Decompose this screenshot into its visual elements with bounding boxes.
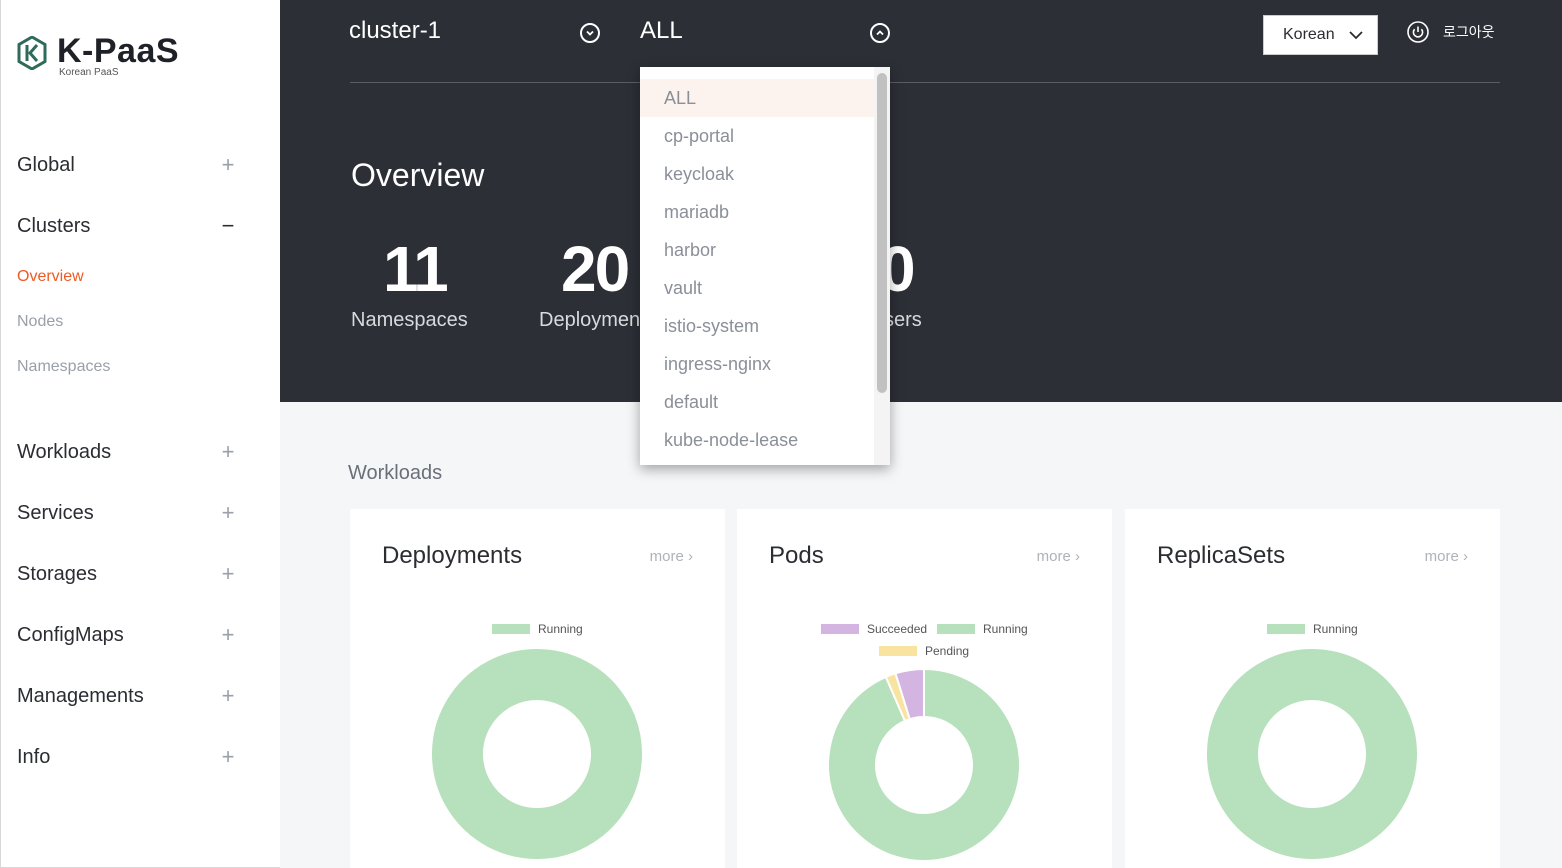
- expand-icon: +: [221, 622, 235, 647]
- scrollbar-thumb[interactable]: [877, 73, 887, 393]
- card-title: Deployments: [382, 542, 523, 569]
- legend-label: Succeeded: [867, 622, 928, 636]
- dropdown-option-keycloak[interactable]: keycloak: [640, 155, 874, 193]
- overview-title: Overview: [351, 157, 485, 193]
- k-paas-logo-icon: [17, 36, 47, 70]
- sidebar-item-storages[interactable]: Storages +: [17, 561, 237, 587]
- more-link[interactable]: more ›: [1425, 548, 1468, 565]
- header: [280, 0, 1562, 402]
- legend-swatch: [492, 624, 530, 634]
- sidebar-item-label: Global: [17, 153, 75, 176]
- expand-icon: +: [221, 561, 235, 586]
- more-link[interactable]: more ›: [650, 548, 693, 565]
- language-select[interactable]: Korean: [1263, 15, 1378, 55]
- legend-swatch: [1267, 624, 1305, 634]
- sidebar-subitem-overview[interactable]: Overview: [17, 268, 84, 286]
- dropdown-option-istio-system[interactable]: istio-system: [640, 307, 874, 345]
- dropdown-option-harbor[interactable]: harbor: [640, 231, 874, 269]
- sidebar-item-services[interactable]: Services +: [17, 500, 237, 526]
- dropdown-option-all[interactable]: ALL: [640, 79, 874, 117]
- expand-icon: +: [221, 683, 235, 708]
- more-link[interactable]: more ›: [1037, 548, 1080, 565]
- sidebar-item-label: Managements: [17, 684, 144, 707]
- expand-icon: +: [221, 152, 235, 177]
- deployments-card: Deployments more › Running: [350, 509, 725, 868]
- sidebar-subitem-nodes[interactable]: Nodes: [17, 313, 63, 331]
- sidebar-item-configmaps[interactable]: ConfigMaps +: [17, 622, 237, 648]
- workloads-section-title: Workloads: [348, 462, 443, 484]
- replicasets-donut-chart: [1205, 647, 1419, 861]
- expand-icon: +: [221, 439, 235, 464]
- sidebar-item-label: Workloads: [17, 440, 112, 463]
- namespace-dropdown: ALL cp-portal keycloak mariadb harbor va…: [640, 67, 890, 465]
- sidebar-item-label: Info: [17, 745, 51, 768]
- legend-label: Running: [538, 622, 583, 636]
- legend-item-pending[interactable]: Pending: [879, 644, 969, 658]
- legend-swatch: [821, 624, 859, 634]
- dropdown-option-cp-portal[interactable]: cp-portal: [640, 117, 874, 155]
- legend-item-succeeded[interactable]: Succeeded: [821, 622, 927, 636]
- cluster-selector-label[interactable]: cluster-1: [349, 17, 441, 45]
- card-title: ReplicaSets: [1157, 542, 1286, 569]
- legend-item-running[interactable]: Running: [492, 622, 583, 636]
- sidebar: K-PaaS Korean PaaS Global + Clusters − O…: [0, 0, 280, 868]
- legend-swatch: [879, 646, 917, 656]
- stat-namespaces-label: Namespaces: [351, 309, 468, 331]
- deployments-donut-chart: [430, 647, 644, 861]
- sidebar-item-info[interactable]: Info +: [17, 744, 237, 770]
- dropdown-option-kube-node-lease[interactable]: kube-node-lease: [640, 421, 874, 459]
- sidebar-item-managements[interactable]: Managements +: [17, 683, 237, 709]
- header-divider: [350, 82, 1500, 83]
- sidebar-item-clusters[interactable]: Clusters −: [17, 213, 237, 239]
- power-icon[interactable]: [1407, 21, 1429, 43]
- logo[interactable]: K-PaaS Korean PaaS: [17, 34, 179, 78]
- sidebar-item-label: Services: [17, 501, 94, 524]
- legend-label: Pending: [925, 644, 970, 658]
- donut-slice-running[interactable]: [430, 647, 644, 861]
- dropdown-option-mariadb[interactable]: mariadb: [640, 193, 874, 231]
- collapse-icon: −: [221, 213, 235, 238]
- donut-slice-running[interactable]: [1205, 647, 1419, 861]
- stat-namespaces-value: 11: [383, 233, 449, 305]
- namespace-chevron-up-icon[interactable]: [870, 23, 890, 43]
- card-title: Pods: [769, 542, 824, 569]
- stat-deployments-label: Deploymen: [539, 309, 641, 331]
- dropdown-option-ingress-nginx[interactable]: ingress-nginx: [640, 345, 874, 383]
- legend-label: Running: [983, 622, 1028, 636]
- legend-label: Running: [1313, 622, 1358, 636]
- cluster-chevron-down-icon[interactable]: [580, 23, 600, 43]
- chevron-down-icon: [1349, 30, 1363, 39]
- namespace-selector-label[interactable]: ALL: [640, 17, 683, 45]
- sidebar-item-label: ConfigMaps: [17, 623, 124, 646]
- pods-card: Pods more › Succeeded Running Pending: [737, 509, 1112, 868]
- pods-donut-chart: [827, 668, 1021, 862]
- sidebar-subitem-namespaces[interactable]: Namespaces: [17, 358, 110, 376]
- legend-swatch: [937, 624, 975, 634]
- language-select-value: Korean: [1283, 26, 1335, 43]
- sidebar-item-label: Clusters: [17, 214, 91, 237]
- stat-deployments-value: 20: [561, 233, 630, 305]
- logout-link[interactable]: 로그아웃: [1443, 22, 1495, 42]
- legend-item-running[interactable]: Running: [937, 622, 1028, 636]
- expand-icon: +: [221, 744, 235, 769]
- legend-item-running[interactable]: Running: [1267, 622, 1358, 636]
- replicasets-card: ReplicaSets more › Running: [1125, 509, 1500, 868]
- expand-icon: +: [221, 500, 235, 525]
- dropdown-option-default[interactable]: default: [640, 383, 874, 421]
- dropdown-option-vault[interactable]: vault: [640, 269, 874, 307]
- sidebar-item-workloads[interactable]: Workloads +: [17, 439, 237, 465]
- sidebar-item-label: Storages: [17, 562, 98, 585]
- logo-name: K-PaaS: [57, 32, 180, 70]
- sidebar-item-global[interactable]: Global +: [17, 152, 237, 178]
